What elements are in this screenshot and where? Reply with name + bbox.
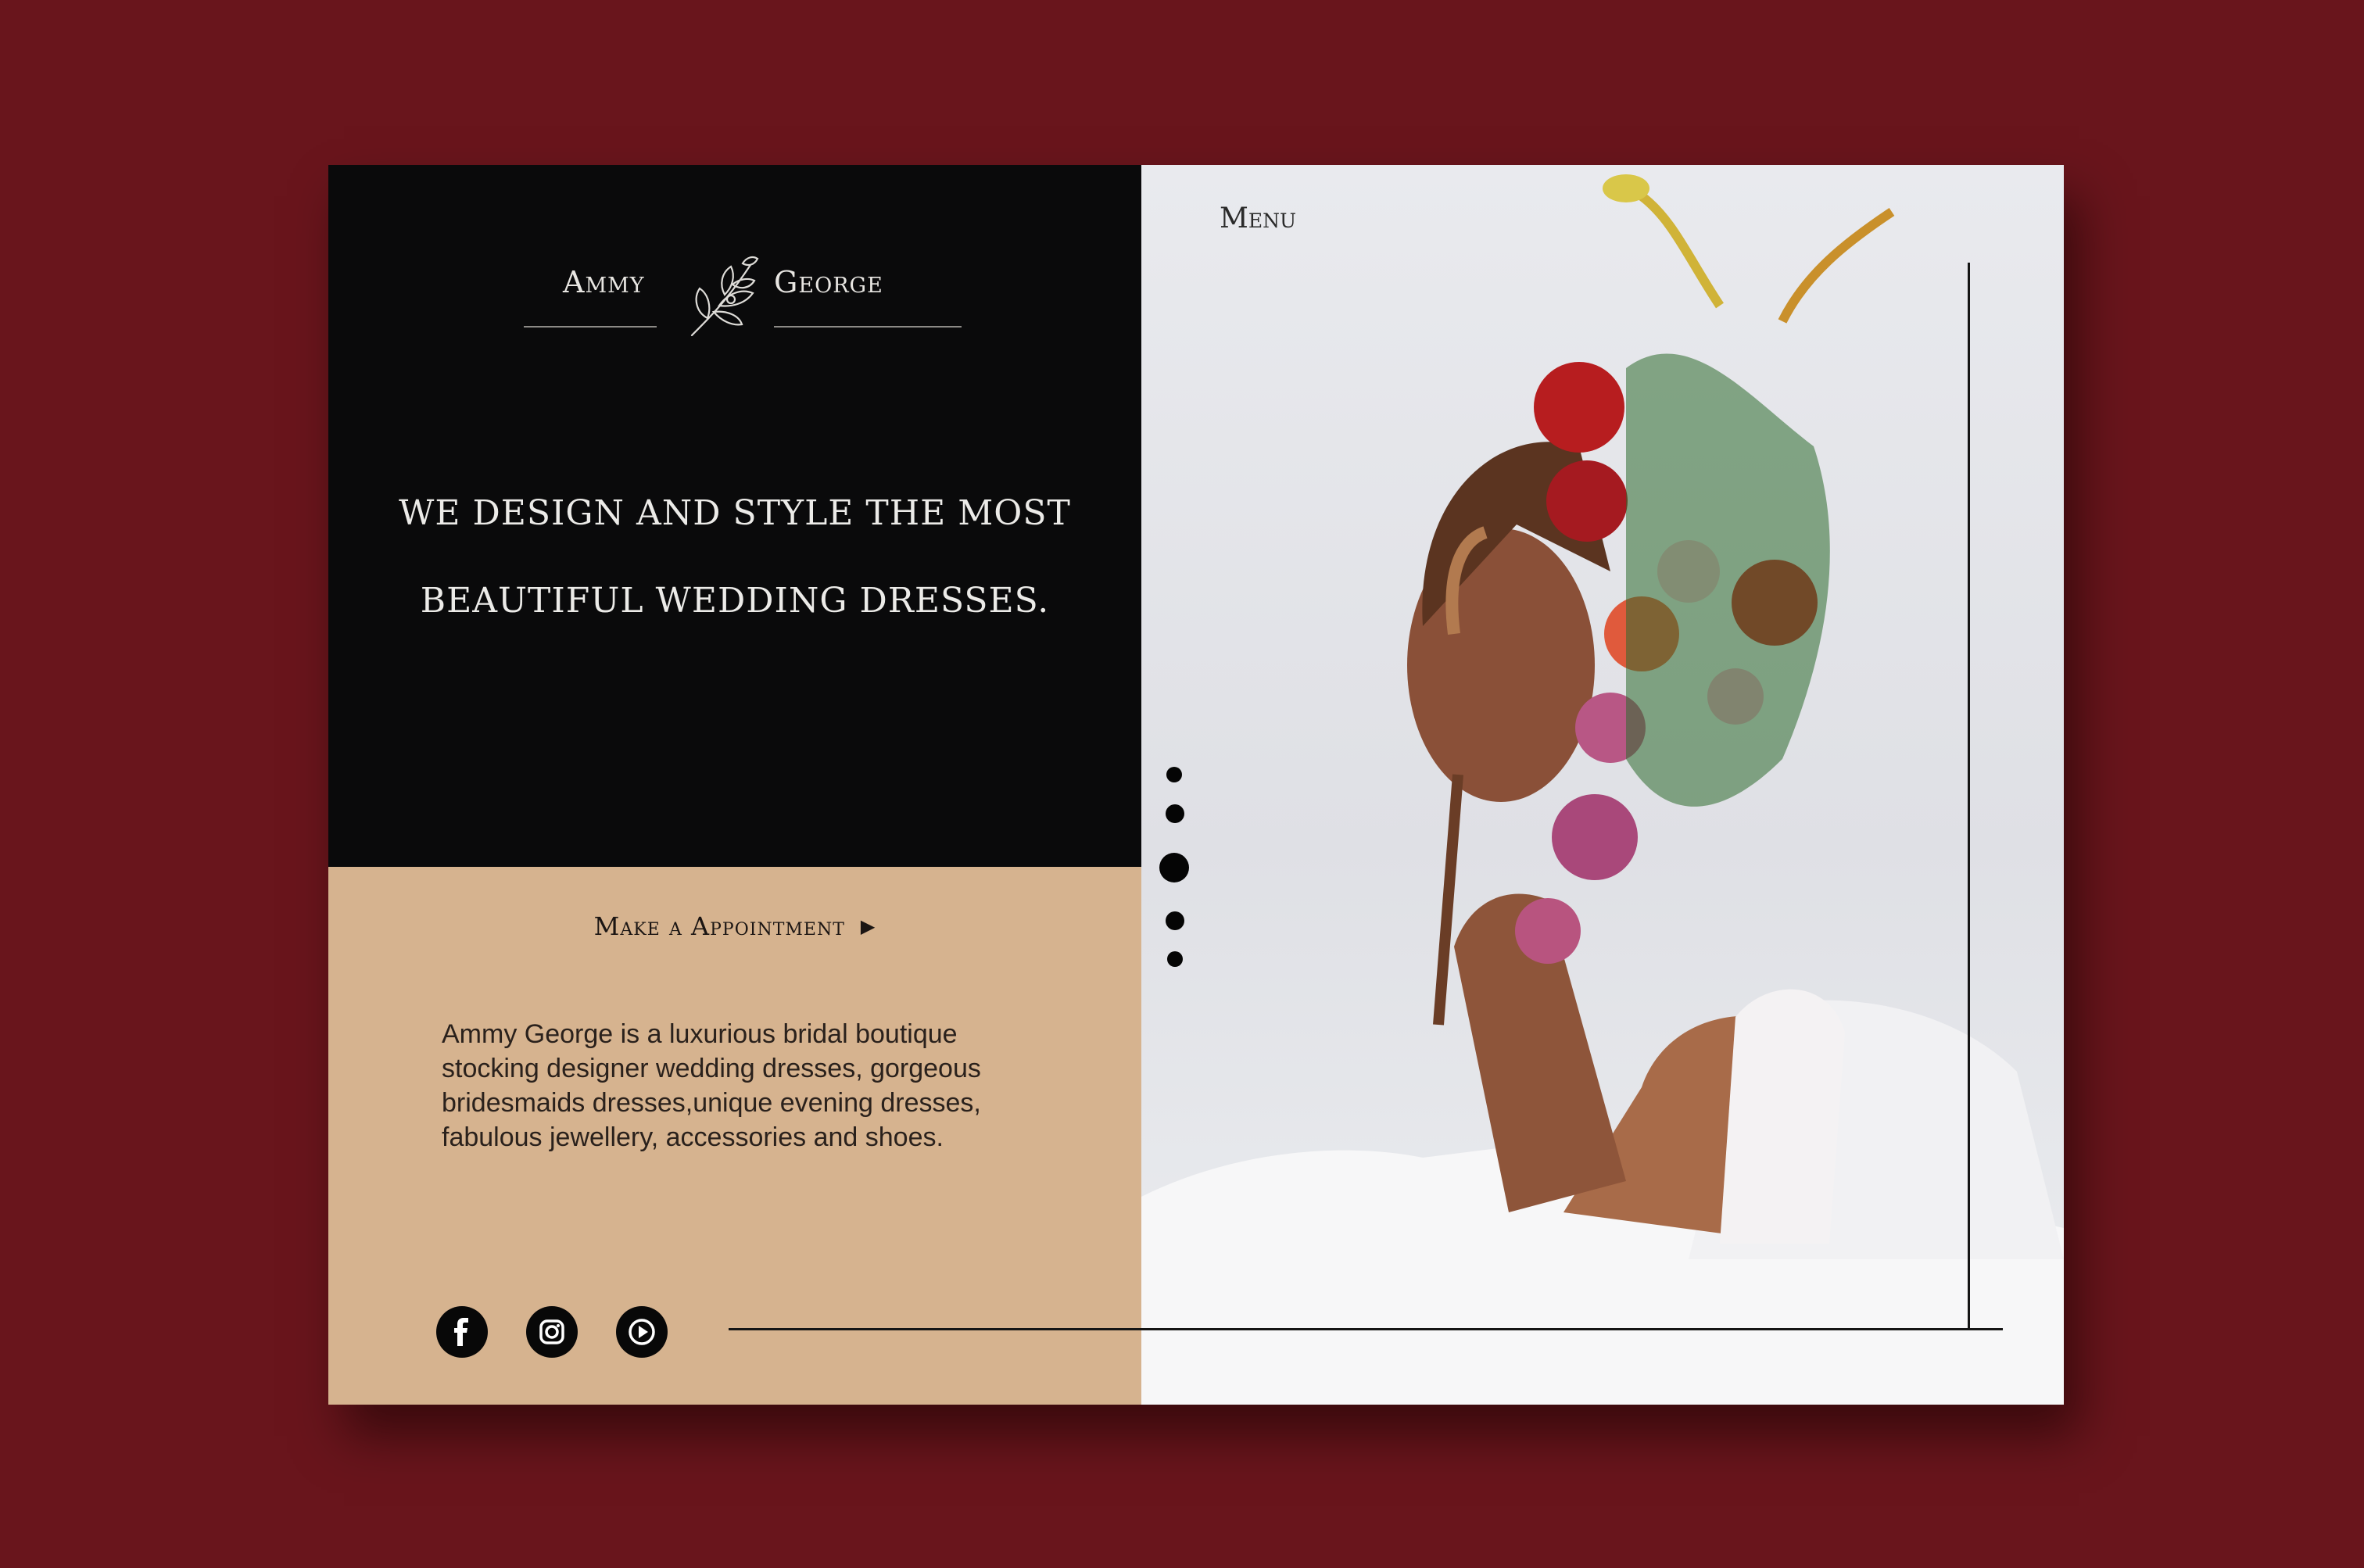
headline-line-1: WE DESIGN AND STYLE THE MOST	[399, 493, 1071, 533]
slider-dot-5[interactable]	[1167, 951, 1183, 967]
make-appointment-button[interactable]: Make a Appointment ▶	[328, 911, 1141, 941]
youtube-play-icon	[629, 1319, 655, 1345]
bride-with-flowers-image	[1141, 174, 2064, 1405]
slider-dot-1[interactable]	[1166, 767, 1182, 782]
youtube-button[interactable]	[616, 1306, 668, 1358]
slider-dot-4[interactable]	[1166, 911, 1184, 930]
play-arrow-icon: ▶	[860, 915, 876, 937]
floral-logo-icon	[690, 256, 759, 337]
facebook-button[interactable]	[436, 1306, 488, 1358]
brand-logo[interactable]: Ammy George	[524, 235, 962, 353]
facebook-icon	[454, 1318, 468, 1346]
instagram-icon	[539, 1319, 564, 1344]
headline-line-2: BEAUTIFUL WEDDING DRESSES.	[420, 581, 1050, 621]
logo-rule-left	[524, 326, 657, 328]
slider-dot-active[interactable]	[1159, 853, 1189, 882]
landing-card: Ammy George WE DESIGN AND STYLE THE MOST	[328, 165, 2064, 1405]
brand-name-first: Ammy	[563, 265, 645, 299]
brand-name-last: George	[774, 265, 883, 299]
instagram-button[interactable]	[526, 1306, 578, 1358]
hero-panel: Ammy George WE DESIGN AND STYLE THE MOST	[328, 165, 1141, 867]
menu-button[interactable]: Menu	[1220, 202, 1296, 234]
appointment-label: Make a Appointment	[593, 911, 845, 941]
hero-photo	[1141, 165, 2064, 1405]
photo-frame-line	[1968, 263, 1970, 1330]
bottom-divider	[729, 1328, 2003, 1330]
logo-rule-right	[774, 326, 962, 328]
slider-dot-2[interactable]	[1166, 804, 1184, 823]
hero-headline: WE DESIGN AND STYLE THE MOST BEAUTIFUL W…	[375, 470, 1094, 645]
about-description: Ammy George is a luxurious bridal boutiq…	[442, 1019, 981, 1152]
